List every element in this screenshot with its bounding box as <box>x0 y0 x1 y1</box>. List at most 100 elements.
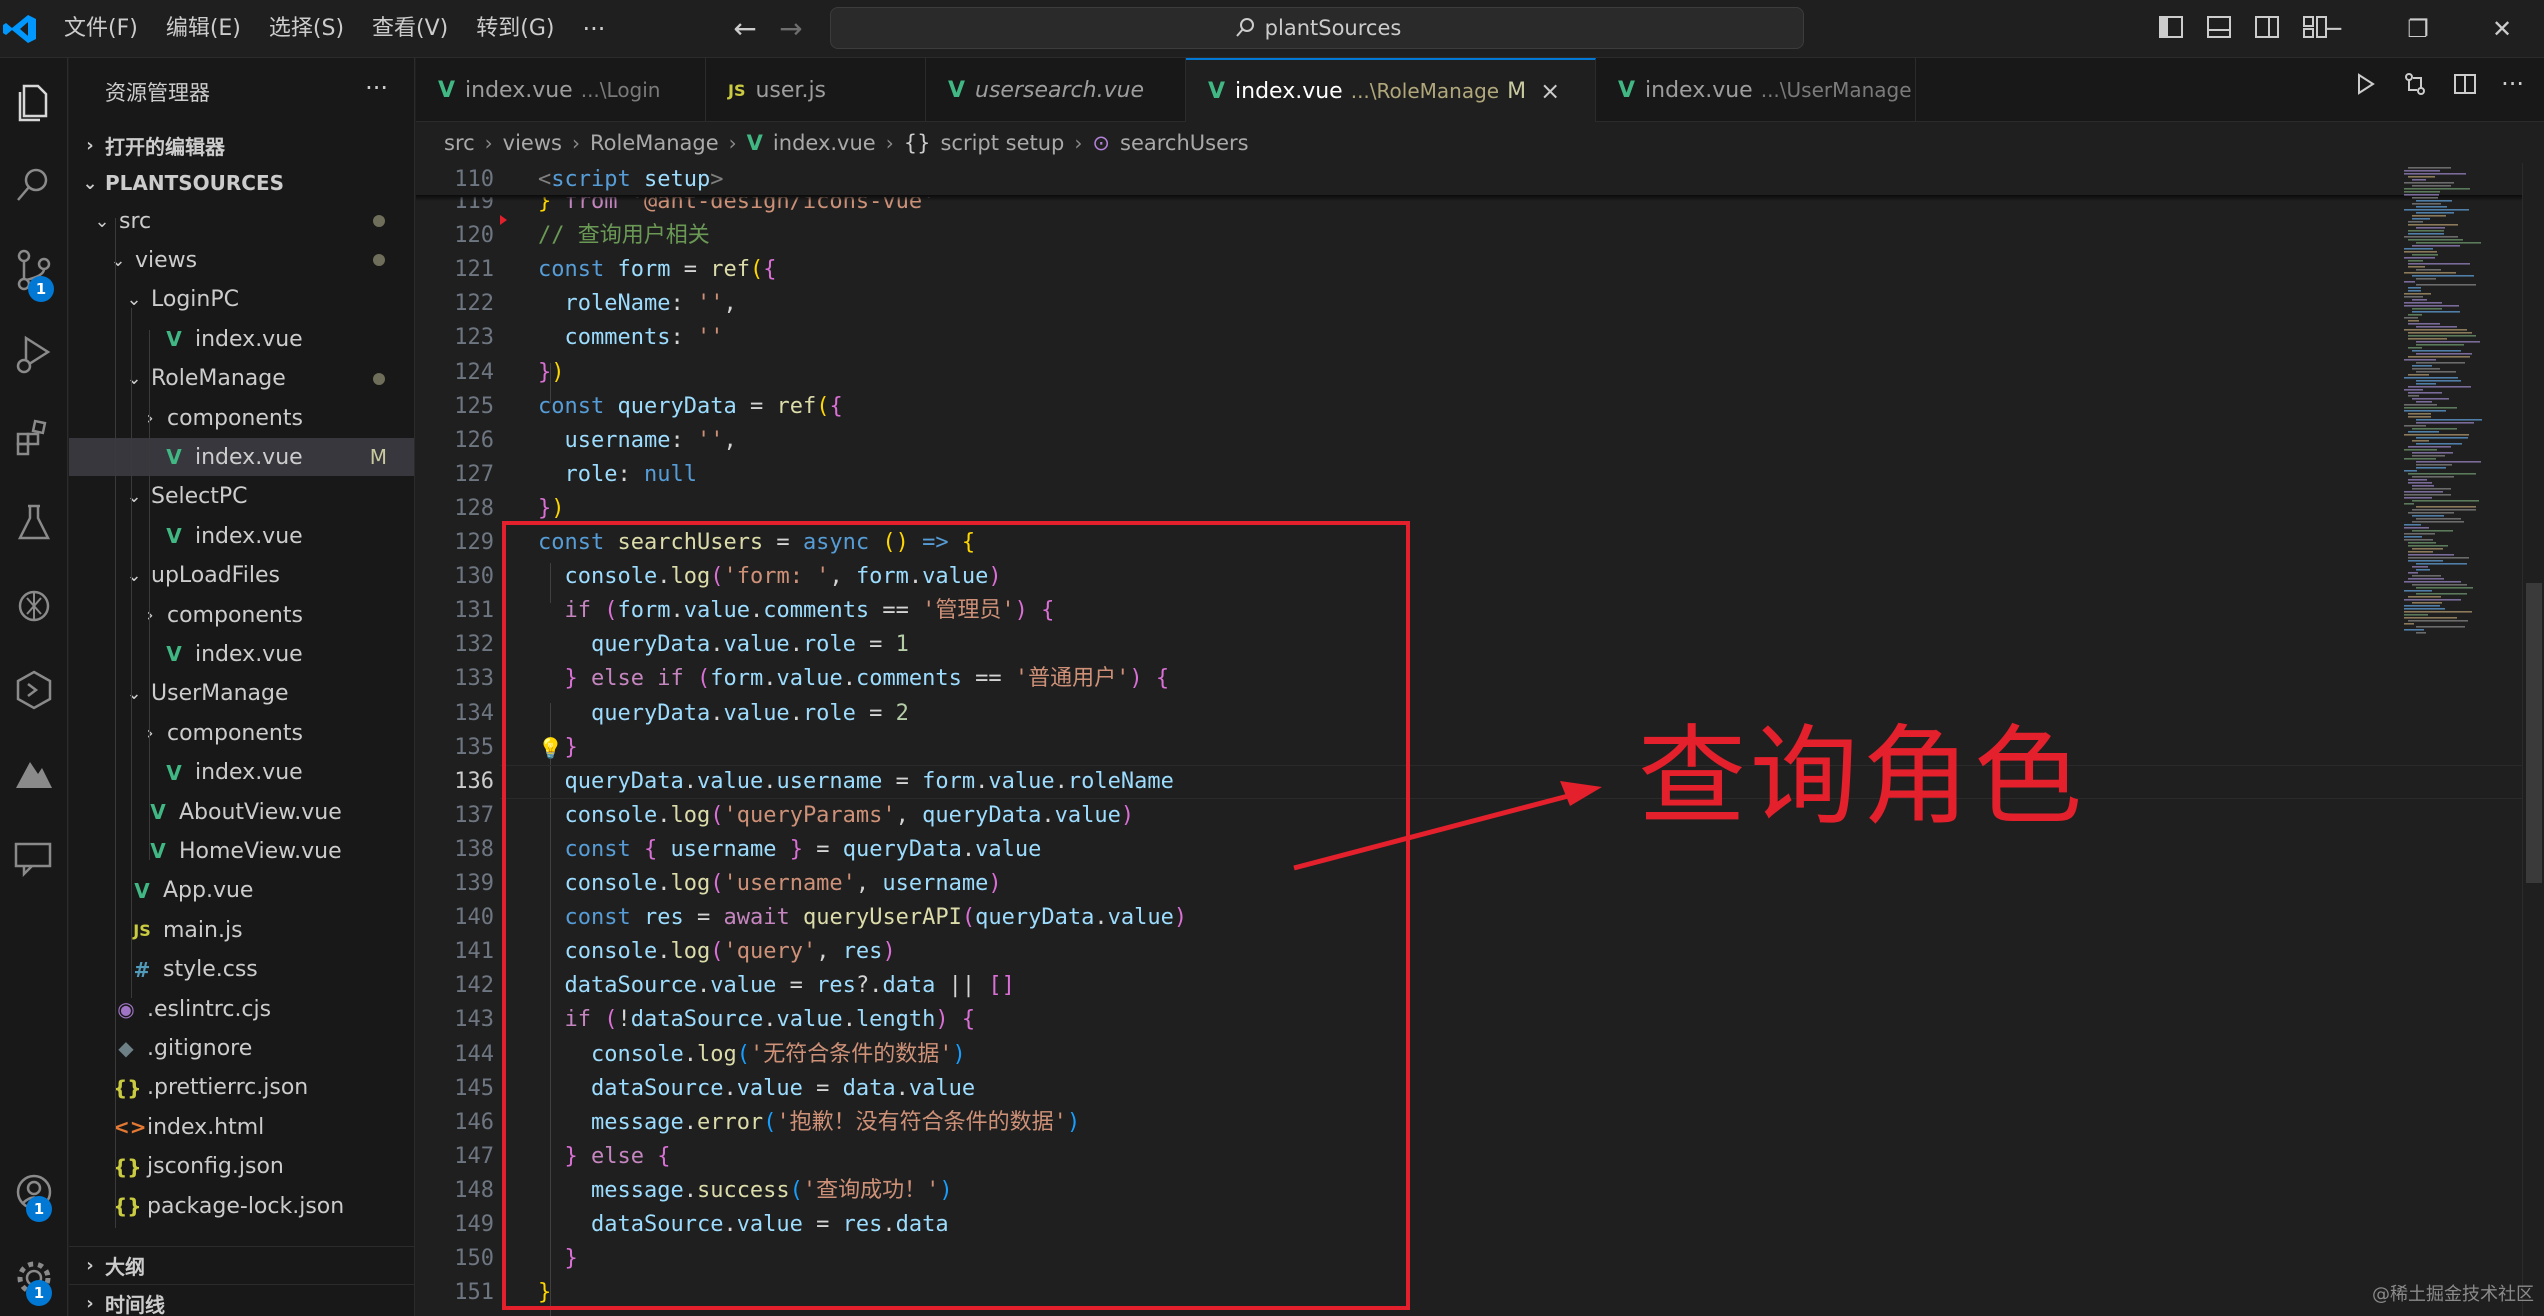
close-icon[interactable]: × <box>1540 77 1560 105</box>
line-number: 120 <box>454 223 494 249</box>
tree-item-main-js[interactable]: JS main.js <box>69 911 414 949</box>
tree-item-index-vue[interactable]: Vindex.vue <box>69 754 414 792</box>
minimap-line <box>2404 539 2433 541</box>
tree-item-style-css[interactable]: # style.css <box>69 951 414 989</box>
more-actions-button[interactable]: ··· <box>2501 70 2524 98</box>
outline-section[interactable]: › 大纲 <box>69 1246 414 1284</box>
settings-badge: 1 <box>26 1280 52 1306</box>
testing-flask-icon[interactable] <box>10 498 58 546</box>
run-icon[interactable] <box>2351 70 2379 98</box>
minimap-line <box>2404 497 2432 499</box>
breadcrumb-views[interactable]: views <box>503 131 562 155</box>
minimap-line <box>2408 560 2443 562</box>
tree-item-label: App.vue <box>163 878 254 904</box>
tree-item-homeview-vue[interactable]: V HomeView.vue <box>69 832 414 870</box>
tree-item-components[interactable]: › components <box>69 399 414 437</box>
toggle-primary-sidebar-icon[interactable] <box>2156 12 2186 42</box>
minimap-line <box>2404 317 2418 319</box>
breadcrumb-script-setup[interactable]: script setup <box>940 131 1064 155</box>
minimap-line <box>2416 461 2481 463</box>
menu-more-button[interactable]: ··· <box>568 15 619 43</box>
command-center-search[interactable]: plantSources <box>830 7 1804 49</box>
project-section[interactable]: ⌄ PLANTSOURCES <box>69 164 414 202</box>
tree-item-components[interactable]: › components <box>69 596 414 634</box>
tree-item-loginpc[interactable]: ⌄ LoginPC <box>69 281 414 319</box>
tree-item-jsconfig-json[interactable]: {} jsconfig.json <box>69 1148 414 1186</box>
breadcrumb-rolemanage[interactable]: RoleManage <box>590 131 719 155</box>
tree-item-aboutview-vue[interactable]: V AboutView.vue <box>69 793 414 831</box>
close-icon[interactable]: ✕ <box>2460 0 2544 58</box>
tree-item-src[interactable]: ⌄ src <box>69 202 414 240</box>
tree-item-package-lock-json[interactable]: {} package-lock.json <box>69 1187 414 1225</box>
menu-edit[interactable]: 编辑(E) <box>152 9 255 49</box>
minimap-line <box>2416 227 2445 229</box>
minimap[interactable] <box>2400 163 2520 663</box>
minimap-line <box>2412 440 2429 442</box>
run-debug-icon[interactable] <box>10 330 58 378</box>
tree-item--gitignore[interactable]: ◆ .gitignore <box>69 1029 414 1067</box>
tree-item-index-vue[interactable]: Vindex.vue M <box>69 438 414 477</box>
menu-go[interactable]: 转到(G) <box>462 9 568 49</box>
remote-explorer-icon[interactable] <box>10 666 58 714</box>
code-text: const queryData = ref({ <box>538 393 843 419</box>
title-bar: 文件(F) 编辑(E) 选择(S) 查看(V) 转到(G) ··· ← → pl… <box>0 0 2544 58</box>
editor-tab-5[interactable]: Vindex.vue ...\UserManage <box>1596 58 1916 122</box>
forward-arrow-icon[interactable]: → <box>774 12 808 46</box>
search-icon[interactable] <box>10 162 58 210</box>
explorer-more-button[interactable]: ··· <box>365 74 388 102</box>
editor-tab-2[interactable]: JS user.js <box>706 58 926 122</box>
tree-item-usermanage[interactable]: ⌄ UserManage <box>69 675 414 713</box>
tree-item-app-vue[interactable]: V App.vue <box>69 872 414 910</box>
editor-tab-4[interactable]: Vindex.vue ...\RoleManage M × <box>1186 58 1596 122</box>
minimize-icon[interactable]: ─ <box>2292 0 2376 58</box>
tree-item--eslintrc-cjs[interactable]: ◉ .eslintrc.cjs <box>69 990 414 1028</box>
minimap-line <box>2408 554 2454 556</box>
breadcrumb-src[interactable]: src <box>444 131 475 155</box>
vue-file-icon: V <box>166 524 182 549</box>
minimap-line <box>2408 596 2441 598</box>
menu-file[interactable]: 文件(F) <box>50 9 152 49</box>
scrollbar-thumb[interactable] <box>2526 583 2542 883</box>
minimap-line <box>2412 203 2441 205</box>
tree-item-views[interactable]: ⌄ views <box>69 241 414 279</box>
tree-item-label: index.html <box>147 1114 265 1140</box>
mountain-icon[interactable] <box>10 750 58 798</box>
tree-item-index-html[interactable]: <> index.html <box>69 1108 414 1146</box>
tree-item-index-vue[interactable]: Vindex.vue <box>69 635 414 673</box>
timeline-section[interactable]: › 时间线 <box>69 1284 414 1316</box>
tree-item-components[interactable]: › components <box>69 714 414 752</box>
tree-item-index-vue[interactable]: Vindex.vue <box>69 320 414 358</box>
explorer-icon[interactable] <box>10 78 58 126</box>
breakpoint-marker <box>500 215 507 225</box>
extensions-icon[interactable] <box>10 414 58 462</box>
comments-icon[interactable] <box>10 834 58 882</box>
back-arrow-icon[interactable]: ← <box>728 12 762 46</box>
editor-tab-1[interactable]: Vindex.vue ...\Login <box>416 58 706 122</box>
menu-view[interactable]: 查看(V) <box>358 9 462 49</box>
vertical-scrollbar[interactable] <box>2522 163 2544 1316</box>
tree-item-rolemanage[interactable]: ⌄ RoleManage <box>69 360 414 398</box>
minimap-line <box>2412 530 2453 532</box>
compare-changes-icon[interactable] <box>2401 70 2429 98</box>
tree-item--prettierrc-json[interactable]: {} .prettierrc.json <box>69 1069 414 1107</box>
minimap-line <box>2416 200 2452 202</box>
restore-icon[interactable]: ❐ <box>2376 0 2460 58</box>
tree-item-uploadfiles[interactable]: ⌄ upLoadFiles <box>69 557 414 595</box>
open-editors-section[interactable]: › 打开的编辑器 <box>69 126 414 164</box>
editor-tab-3[interactable]: Vusersearch.vue <box>926 58 1186 122</box>
menu-selection[interactable]: 选择(S) <box>255 9 358 49</box>
minimap-line <box>2408 290 2421 292</box>
split-editor-icon[interactable] <box>2451 70 2479 98</box>
minimap-line <box>2412 521 2464 523</box>
minimap-line <box>2416 353 2472 355</box>
tree-item-selectpc[interactable]: ⌄ SelectPC <box>69 478 414 516</box>
breadcrumb-index-vue[interactable]: index.vue <box>773 131 876 155</box>
chatgpt-icon[interactable] <box>10 582 58 630</box>
toggle-panel-icon[interactable] <box>2204 12 2234 42</box>
breadcrumb-search-users[interactable]: searchUsers <box>1120 131 1249 155</box>
tree-item-label: LoginPC <box>151 287 239 313</box>
toggle-secondary-sidebar-icon[interactable] <box>2252 12 2282 42</box>
minimap-line <box>2416 380 2461 382</box>
outline-label: 大纲 <box>105 1255 145 1279</box>
tree-item-index-vue[interactable]: Vindex.vue <box>69 517 414 555</box>
